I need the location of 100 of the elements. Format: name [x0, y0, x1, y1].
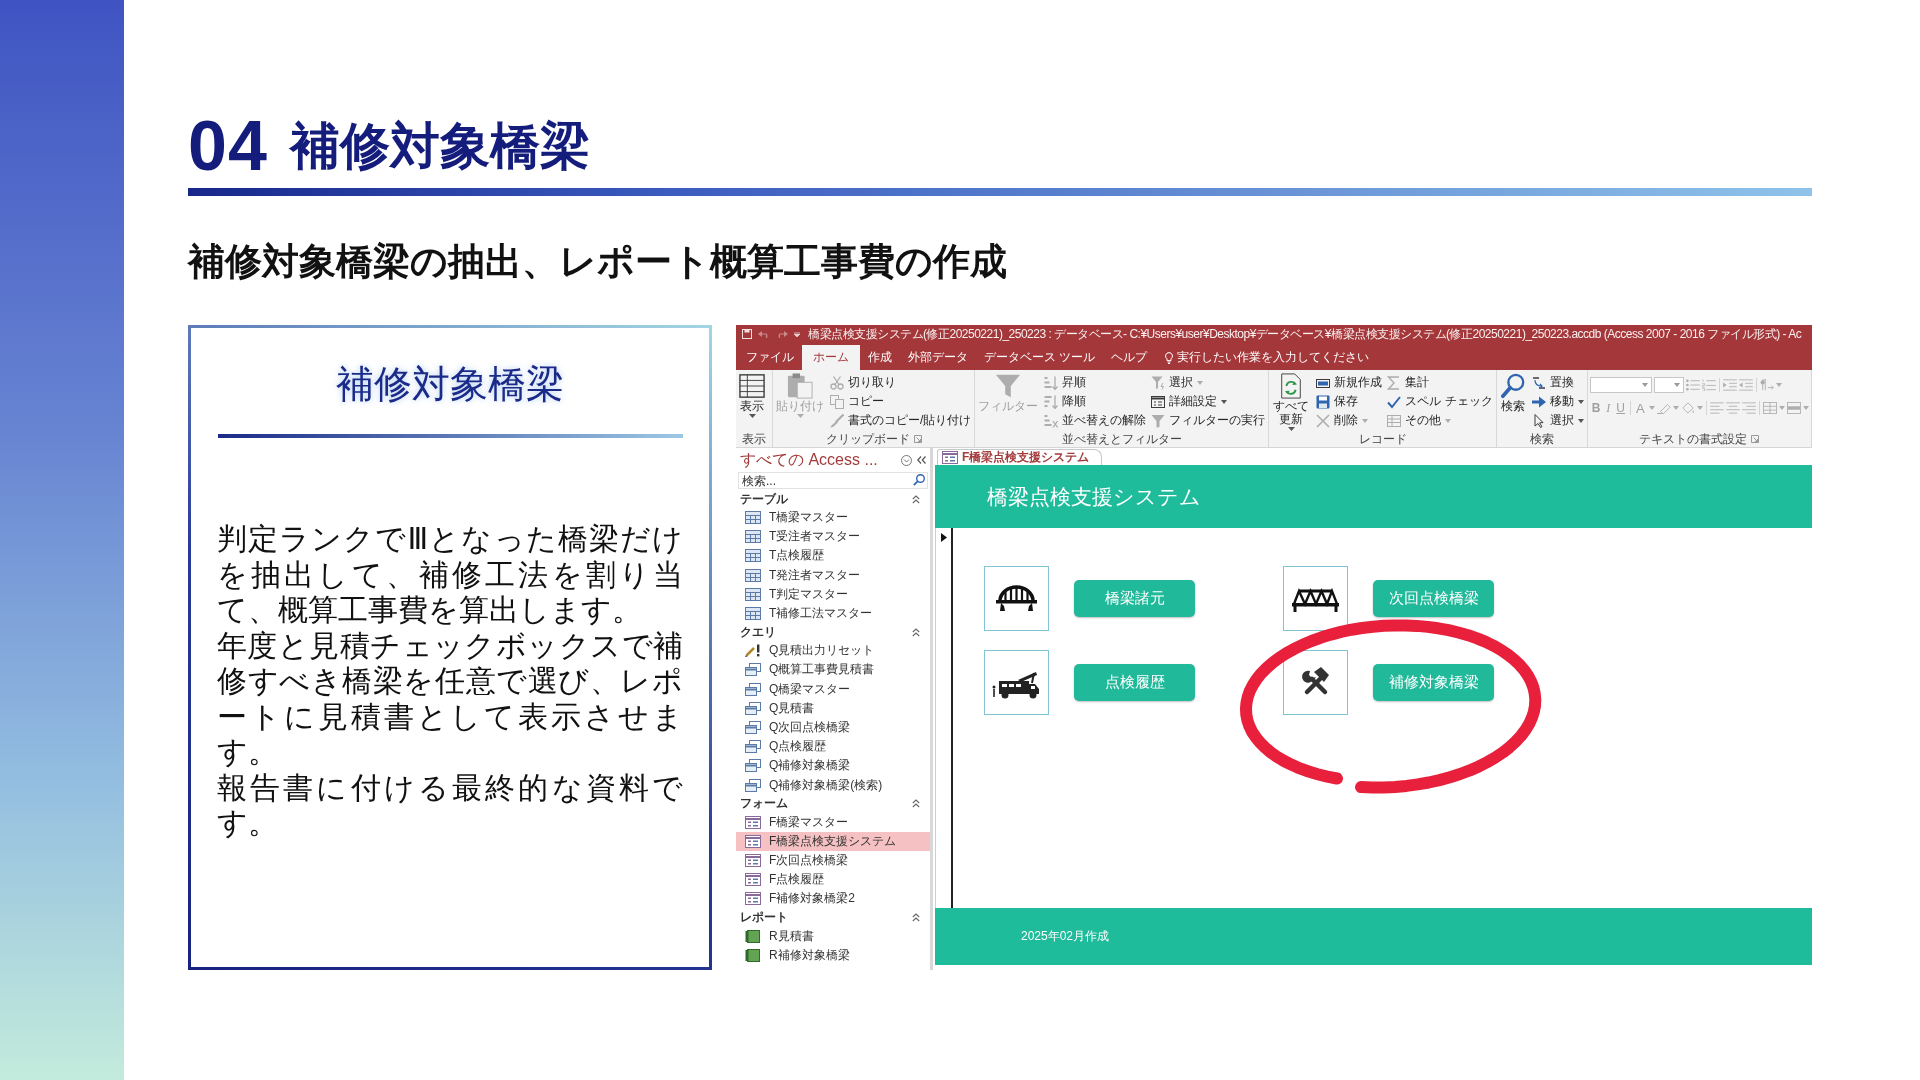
nav-item[interactable]: F補修対象橋梁2	[736, 889, 930, 909]
nav-item[interactable]: F点検履歴	[736, 870, 930, 890]
nav-group-header[interactable]: フォーム	[736, 794, 930, 813]
nav-item[interactable]: R補修対象橋梁	[736, 945, 930, 965]
paintbrush-icon	[830, 413, 844, 428]
nav-item[interactable]: R見積書	[736, 926, 930, 946]
caret-icon	[1775, 383, 1782, 387]
ribbon-button[interactable]: 選択	[1530, 411, 1585, 430]
table-icon	[745, 568, 761, 582]
ribbon-button[interactable]: 移動	[1530, 392, 1585, 411]
ribbon-button[interactable]: 保存	[1315, 392, 1384, 411]
right-arrow-icon	[1531, 394, 1546, 409]
nav-item[interactable]: Q補修対象橋梁(検索)	[736, 775, 930, 795]
card-paragraph: 報告書に付ける最終的な資料です。	[217, 769, 683, 841]
footer-text: 2025年02月作成	[1021, 928, 1110, 945]
list-x-icon	[1044, 413, 1059, 428]
ribbon-button[interactable]: 新規作成	[1315, 373, 1384, 392]
window-title: 橋梁点検支援システム(修正20250221)_250223 : データベース- C:¥Users¥user¥Desktop¥データベース¥橋梁点検支援システム(修正20250221)_250223.accdb (Access 2007 - 2016 ファイル形式) - Ac	[808, 325, 1802, 343]
nav-item[interactable]: T判定マスター	[736, 584, 930, 604]
nav-item[interactable]: T橋梁マスター	[736, 508, 930, 528]
ribbon-tab[interactable]: ホーム	[802, 345, 860, 370]
overlapping-windows-icon	[745, 682, 761, 696]
nav-item[interactable]: F橋梁点検支援システム	[736, 831, 930, 851]
caret-icon	[1648, 406, 1655, 410]
redo-icon	[776, 330, 788, 338]
nav-group-header[interactable]: レポート	[736, 908, 930, 927]
document-tab[interactable]: F橋梁点検支援システム	[937, 449, 1103, 465]
dialog-launcher-icon[interactable]	[913, 435, 922, 443]
nav-item[interactable]: Q補修対象橋梁	[736, 756, 930, 776]
double-chevron-left-icon	[917, 456, 926, 464]
nav-group-header[interactable]: クエリ	[736, 623, 930, 642]
gridlines-icon	[1762, 402, 1777, 414]
nav-pane-title[interactable]: すべての Access ...	[740, 449, 896, 471]
table-icon	[745, 549, 761, 563]
nav-item[interactable]: T発注者マスター	[736, 565, 930, 585]
nav-item[interactable]: Q次回点検橋梁	[736, 717, 930, 738]
card-paragraph: 判定ランクでⅢとなった橋梁だけを抽出して、補修工法を割り当て、概算工事費を算出します。	[217, 521, 683, 628]
caret-icon	[1641, 383, 1648, 387]
search-icon	[913, 474, 925, 486]
ribbon-button[interactable]: 置換	[1530, 373, 1585, 392]
ribbon-button[interactable]: 詳細設定	[1150, 392, 1267, 411]
ribbon-group-label: 並べ替えとフィルター	[1061, 430, 1182, 448]
tell-me-search[interactable]: 実行したい作業を入力してください	[1165, 345, 1370, 370]
caret-icon	[794, 331, 800, 337]
font-size-field[interactable]	[1653, 377, 1684, 393]
nav-item[interactable]: Q橋梁マスター	[736, 679, 930, 699]
dialog-launcher-icon[interactable]	[1751, 435, 1760, 443]
paragraph-direction-icon	[1759, 379, 1774, 391]
ribbon-button[interactable]: すべて更新	[1271, 372, 1312, 431]
nav-item[interactable]: F橋梁マスター	[736, 812, 930, 832]
section-number: 04	[188, 114, 268, 178]
indent-decrease-icon	[1738, 379, 1753, 391]
book-icon	[745, 948, 761, 962]
slide-subtitle: 補修対象橋梁の抽出、レポート概算工事費の作成	[188, 240, 1008, 284]
overlapping-windows-icon	[745, 701, 761, 715]
ribbon-button[interactable]: 検索	[1498, 372, 1527, 413]
ribbon-tab[interactable]: データベース ツール	[976, 345, 1104, 370]
save-icon	[1316, 394, 1331, 409]
slide-title: 補修対象橋梁	[289, 117, 590, 176]
x-icon	[1316, 413, 1331, 428]
ribbon-button[interactable]: 表示	[738, 372, 766, 418]
nav-item[interactable]: Q概算工事費見積書	[736, 660, 930, 680]
ribbon-button[interactable]: スペル チェック	[1386, 392, 1494, 411]
funnel-icon	[1151, 375, 1166, 390]
table-icon	[1387, 413, 1402, 428]
caret-icon	[1696, 406, 1703, 410]
form-window-icon	[745, 815, 761, 829]
overlapping-windows-icon	[745, 720, 761, 734]
book-icon	[745, 929, 761, 943]
nav-group-header[interactable]: テーブル	[736, 490, 930, 508]
search-field[interactable]: 検索...	[738, 472, 928, 489]
table-icon	[745, 587, 761, 601]
ribbon-tab[interactable]: ファイル	[738, 345, 802, 370]
arch-bridge-icon	[984, 565, 1049, 631]
funnel-icon	[995, 373, 1022, 399]
funnel-icon	[1151, 413, 1166, 428]
nav-item[interactable]: T点検履歴	[736, 546, 930, 566]
font-name-field[interactable]	[1589, 377, 1652, 393]
ribbon-tab[interactable]: ヘルプ	[1103, 345, 1156, 370]
form-window-icon	[745, 873, 761, 887]
nav-item[interactable]: Q点検履歴	[736, 737, 930, 757]
nav-item[interactable]: T受注者マスター	[736, 527, 930, 547]
nav-item[interactable]: F次回点検橋梁	[736, 851, 930, 871]
ribbon-tab[interactable]: 作成	[860, 345, 900, 370]
window-icon	[1151, 394, 1166, 409]
card-title: 補修対象橋梁	[336, 362, 564, 407]
ribbon-tab[interactable]: 外部データ	[900, 345, 976, 370]
lightbulb-icon	[1165, 351, 1174, 364]
align-left-icon	[1709, 402, 1724, 414]
table-icon	[745, 607, 761, 621]
record-selector-icon	[940, 533, 947, 542]
indent-increase-icon	[1722, 379, 1737, 391]
form-window-icon	[745, 854, 761, 868]
bulleted-list-icon	[1685, 379, 1700, 391]
hammer-wrench-icon	[1283, 649, 1348, 715]
nav-item[interactable]: Q見積出力リセット	[736, 641, 930, 661]
overlapping-windows-icon	[745, 663, 761, 677]
nav-item[interactable]: Q見積書	[736, 698, 930, 718]
nav-item[interactable]: T補修工法マスター	[736, 603, 930, 624]
ribbon-group-label: 表示	[742, 430, 766, 448]
